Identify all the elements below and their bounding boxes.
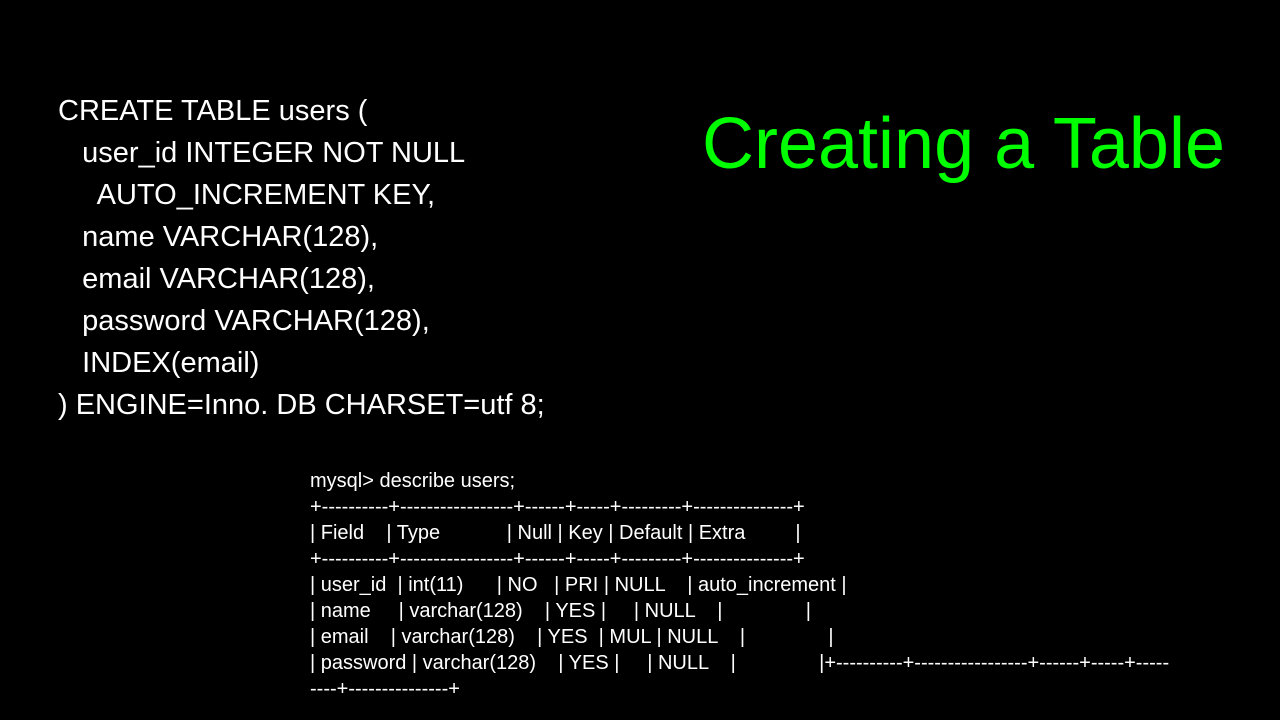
mysql-describe-output: mysql> describe users; +----------+-----… xyxy=(310,468,1280,702)
slide-container: CREATE TABLE users ( user_id INTEGER NOT… xyxy=(0,0,1280,720)
sql-create-statement: CREATE TABLE users ( user_id INTEGER NOT… xyxy=(58,90,545,426)
slide-heading: Creating a Table xyxy=(702,105,1225,184)
